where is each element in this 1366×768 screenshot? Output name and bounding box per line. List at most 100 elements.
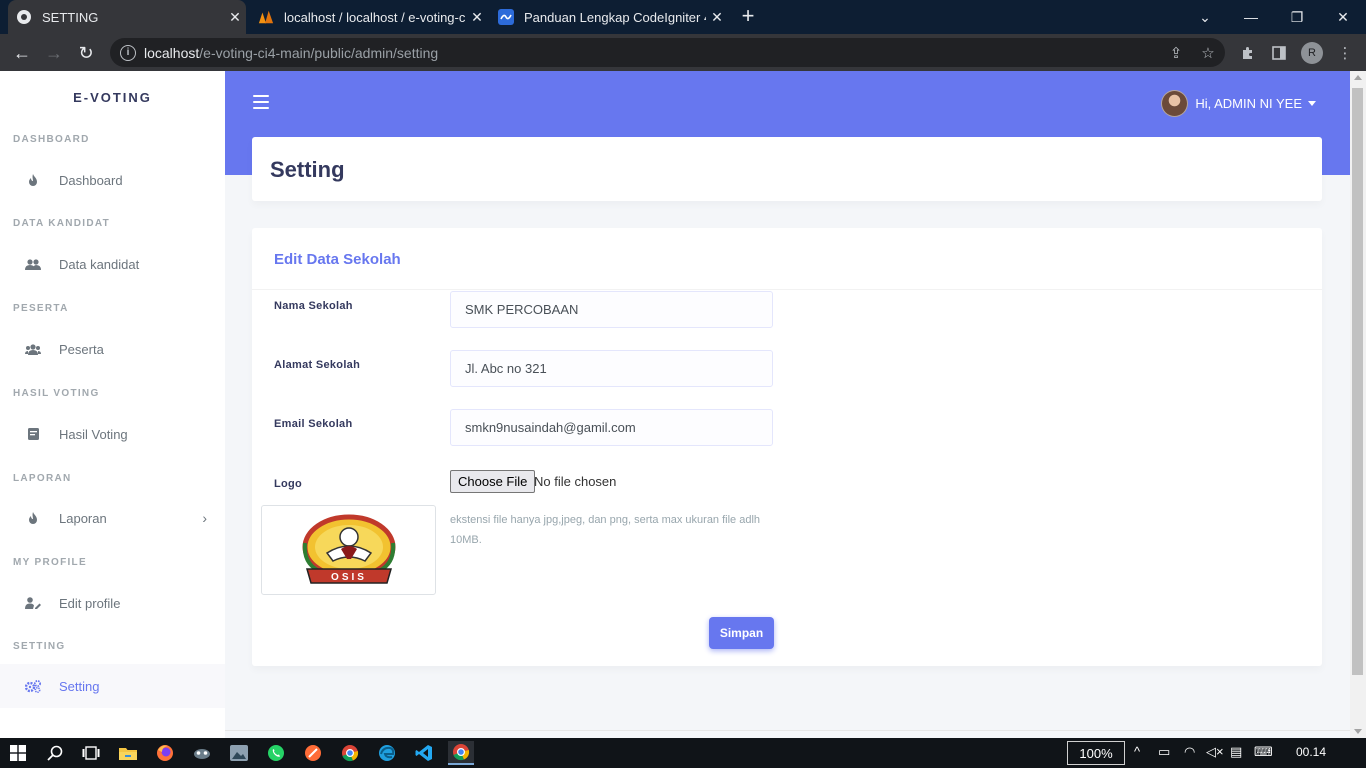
tab-close-icon[interactable]: ✕ xyxy=(706,9,728,26)
fire-icon xyxy=(21,512,45,524)
tab-search-icon[interactable]: ⌄ xyxy=(1182,0,1228,34)
tab-label: SETTING xyxy=(42,9,99,25)
menu-header-setting: SETTING xyxy=(13,641,66,652)
page-title: Setting xyxy=(270,157,345,182)
url-input[interactable]: i localhost/e-voting-ci4-main/public/adm… xyxy=(110,38,1225,67)
taskbar-clock: 00.14 xyxy=(1296,745,1327,759)
file-status: No file chosen xyxy=(534,474,617,489)
scroll-up-icon[interactable] xyxy=(1354,75,1362,80)
task-view-icon[interactable] xyxy=(78,741,104,765)
side-panel-icon[interactable] xyxy=(1266,40,1292,66)
edge-icon[interactable] xyxy=(374,741,400,765)
url-path: /e-voting-ci4-main/public/admin/setting xyxy=(199,44,439,61)
tab-close-icon[interactable]: ✕ xyxy=(224,9,246,26)
section-header: Setting xyxy=(252,137,1322,201)
choose-file-button[interactable]: Choose File xyxy=(450,470,536,493)
tab-label: localhost / localhost / e-voting-ci xyxy=(284,9,466,25)
extensions-icon[interactable] xyxy=(1234,40,1260,66)
nama-sekolah-label: Nama Sekolah xyxy=(274,300,353,312)
share-icon[interactable]: ⇪ xyxy=(1163,38,1189,67)
fire-icon xyxy=(21,174,45,186)
forward-icon[interactable]: → xyxy=(41,40,67,66)
users-icon xyxy=(21,258,45,270)
postman-icon[interactable] xyxy=(300,741,326,765)
sidebar-item-dashboard[interactable]: Dashboard xyxy=(0,158,225,202)
site-info-icon[interactable]: i xyxy=(120,44,136,61)
user-edit-icon xyxy=(21,597,45,609)
chrome-active-icon[interactable] xyxy=(448,741,474,765)
menu-header-laporan: LAPORAN xyxy=(13,473,72,484)
sidebar-item-data-kandidat[interactable]: Data kandidat xyxy=(0,242,225,286)
address-bar: ← → ↻ i localhost/e-voting-ci4-main/publ… xyxy=(0,34,1366,71)
volume-muted-icon[interactable]: ◁× xyxy=(1206,744,1224,760)
sidebar-item-hasil-voting[interactable]: Hasil Voting xyxy=(0,412,225,456)
scroll-down-icon[interactable] xyxy=(1354,729,1362,734)
caret-down-icon xyxy=(1308,101,1316,106)
card-title: Edit Data Sekolah xyxy=(274,251,401,268)
browser-tabbar: SETTING ✕ localhost / localhost / e-voti… xyxy=(0,0,1366,34)
firefox-icon[interactable] xyxy=(152,741,178,765)
email-sekolah-label: Email Sekolah xyxy=(274,418,353,430)
cogs-icon xyxy=(21,679,45,693)
photos-app-icon[interactable] xyxy=(226,741,252,765)
app-viewport: E-VOTING DASHBOARD Dashboard DATA KANDID… xyxy=(0,71,1366,738)
alamat-sekolah-label: Alamat Sekolah xyxy=(274,359,361,371)
user-greeting: Hi, ADMIN NI YEE xyxy=(1195,96,1302,111)
battery-icon[interactable]: ▭ xyxy=(1158,744,1170,760)
sidebar-item-edit-profile[interactable]: Edit profile xyxy=(0,581,225,625)
tray-chevron-up-icon[interactable]: ^ xyxy=(1134,744,1140,759)
reload-icon[interactable]: ↻ xyxy=(73,40,99,66)
page-scrollbar[interactable] xyxy=(1350,71,1366,738)
codeigniter-icon xyxy=(498,9,514,25)
sidebar: E-VOTING DASHBOARD Dashboard DATA KANDID… xyxy=(0,71,225,738)
nama-sekolah-value: SMK PERCOBAAN xyxy=(465,302,579,317)
game-app-icon[interactable] xyxy=(189,741,215,765)
phpmyadmin-icon xyxy=(258,9,274,25)
whatsapp-icon[interactable] xyxy=(263,741,289,765)
brand-title[interactable]: E-VOTING xyxy=(0,90,225,105)
sidebar-item-label: Setting xyxy=(59,678,100,694)
tab-codeigniter[interactable]: Panduan Lengkap CodeIgniter 4 ✕ xyxy=(490,0,728,34)
sidebar-item-peserta[interactable]: Peserta xyxy=(0,327,225,371)
alamat-sekolah-input[interactable]: Jl. Abc no 321 xyxy=(450,350,773,387)
user-dropdown[interactable]: Hi, ADMIN NI YEE xyxy=(1161,90,1316,117)
file-explorer-icon[interactable] xyxy=(115,741,141,765)
profile-avatar[interactable]: R xyxy=(1301,42,1323,64)
windows-taskbar: 100% ^ ▭ ◠ ◁× ▤ ⌨ 00.14 xyxy=(0,738,1366,768)
windows-start-icon[interactable] xyxy=(5,741,31,765)
wifi-icon[interactable]: ◠ xyxy=(1184,744,1195,760)
restore-icon[interactable]: ❐ xyxy=(1274,0,1320,34)
back-icon[interactable]: ← xyxy=(9,40,35,66)
close-window-icon[interactable]: ✕ xyxy=(1320,0,1366,34)
logo-preview: OSIS xyxy=(261,505,436,595)
document-icon xyxy=(21,428,45,440)
tab-setting[interactable]: SETTING ✕ xyxy=(8,0,246,34)
simpan-button[interactable]: Simpan xyxy=(709,617,774,649)
edit-school-card: Edit Data Sekolah Nama Sekolah SMK PERCO… xyxy=(252,228,1322,666)
sidebar-item-laporan[interactable]: Laporan › xyxy=(0,496,225,540)
sidebar-item-setting[interactable]: Setting xyxy=(0,664,225,708)
vscode-icon[interactable] xyxy=(411,741,437,765)
tab-label: Panduan Lengkap CodeIgniter 4 xyxy=(524,9,706,25)
hamburger-menu-icon[interactable] xyxy=(253,95,269,109)
new-tab-icon[interactable]: + xyxy=(736,5,760,29)
menu-header-my-profile: MY PROFILE xyxy=(13,557,87,568)
logo-label: Logo xyxy=(274,478,303,490)
email-sekolah-input[interactable]: smkn9nusaindah@gamil.com xyxy=(450,409,773,446)
menu-header-hasil-voting: HASIL VOTING xyxy=(13,388,100,399)
menu-header-dashboard: DASHBOARD xyxy=(13,134,90,145)
tab-close-icon[interactable]: ✕ xyxy=(466,9,488,26)
zoom-indicator[interactable]: 100% xyxy=(1067,741,1125,765)
menu-kebab-icon[interactable]: ⋮ xyxy=(1332,40,1358,66)
bookmark-star-icon[interactable]: ☆ xyxy=(1195,38,1221,67)
scroll-thumb[interactable] xyxy=(1352,88,1363,675)
chrome-icon[interactable] xyxy=(337,741,363,765)
tab-phpmyadmin[interactable]: localhost / localhost / e-voting-ci ✕ xyxy=(250,0,488,34)
search-icon[interactable] xyxy=(42,741,68,765)
sidebar-item-label: Data kandidat xyxy=(59,256,140,272)
keyboard-icon[interactable]: ⌨ xyxy=(1254,744,1273,760)
minimize-icon[interactable]: — xyxy=(1228,0,1274,34)
nama-sekolah-input[interactable]: SMK PERCOBAAN xyxy=(450,291,773,328)
notification-icon[interactable]: ▤ xyxy=(1230,744,1242,760)
url-host: localhost xyxy=(144,44,200,61)
